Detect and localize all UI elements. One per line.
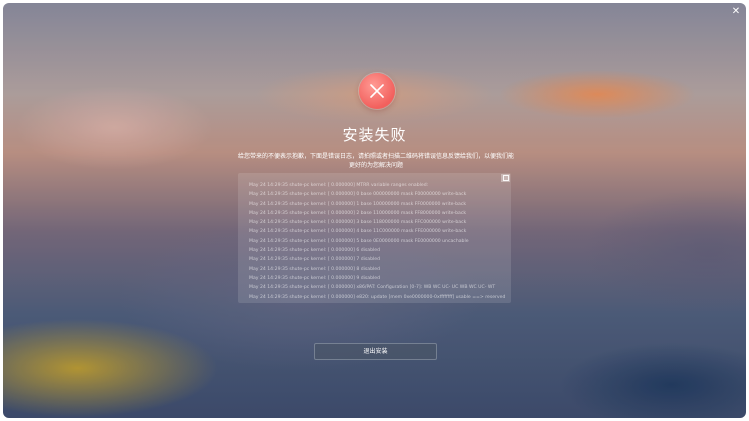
- log-line: May 24 14:29:35 shute-pc kernel: [ 0.000…: [249, 257, 381, 263]
- error-log-lines: May 24 14:29:35 shute-pc kernel: [ 0.000…: [249, 181, 505, 302]
- log-line: May 24 14:29:35 shute-pc kernel: [ 0.000…: [249, 210, 467, 216]
- error-log-panel[interactable]: May 24 14:29:35 shute-pc kernel: [ 0.000…: [238, 173, 511, 303]
- log-line: May 24 14:29:35 shute-pc kernel: [ 0.000…: [249, 238, 469, 244]
- page-title: 安装失败: [342, 126, 407, 144]
- log-line: May 24 14:29:35 shute-pc kernel: [ 0.000…: [249, 285, 496, 291]
- log-line: May 24 14:29:35 shute-pc kernel: [ 0.000…: [249, 220, 467, 226]
- installer-window: ✕ 安装失败 给您带来的不便表示抱歉，下面是错误日志，请拍照或者扫描二维码将错误…: [3, 3, 746, 418]
- log-line: May 24 14:29:35 shute-pc kernel: [ 0.000…: [249, 229, 467, 235]
- log-line: May 24 14:29:35 shute-pc kernel: [ 0.000…: [249, 183, 429, 188]
- log-line: May 24 14:29:35 shute-pc kernel: [ 0.000…: [249, 275, 381, 281]
- log-line: May 24 14:29:35 shute-pc kernel: [ 0.000…: [249, 248, 381, 254]
- log-line: May 24 14:29:35 shute-pc kernel: [ 0.000…: [249, 192, 467, 198]
- exit-install-button[interactable]: 退出安装: [314, 343, 437, 360]
- log-line: May 24 14:29:35 shute-pc kernel: [ 0.000…: [249, 201, 467, 207]
- failure-panel: 安装失败 给您带来的不便表示抱歉，下面是错误日志，请拍照或者扫描二维码将错误信息…: [3, 3, 746, 418]
- log-line: May 24 14:29:35 shute-pc kernel: [ 0.000…: [249, 266, 381, 272]
- close-circle-icon: [359, 73, 395, 109]
- failure-description: 给您带来的不便表示抱歉，下面是错误日志，请拍照或者扫描二维码将错误信息反馈给我们…: [237, 153, 514, 169]
- log-line: May 24 14:29:35 shute-pc kernel: [ 0.000…: [249, 294, 506, 300]
- close-icon[interactable]: ✕: [730, 6, 742, 18]
